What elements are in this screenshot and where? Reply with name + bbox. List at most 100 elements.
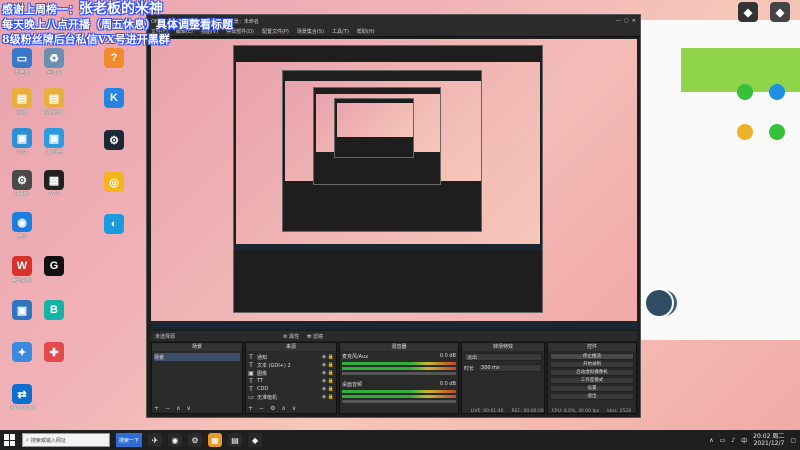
desktop-icon-2-1[interactable]: ? bbox=[96, 48, 132, 69]
volume-slider[interactable] bbox=[342, 372, 456, 375]
app-icon[interactable] bbox=[769, 84, 785, 100]
logitech-icon: G bbox=[44, 256, 64, 276]
obs-window[interactable]: OBS 27.1.3 - 配置文件：未命名 - 场景：未命名 — ▢ ✕ 文件(… bbox=[146, 14, 641, 418]
source-item[interactable]: T 通知 ◉ 🔒 bbox=[248, 353, 334, 361]
source-item[interactable]: T CDD ◉ 🔒 bbox=[248, 385, 334, 393]
visibility-lock-icons[interactable]: ◉ 🔒 bbox=[322, 354, 334, 360]
start-recording-button[interactable]: 开始录制 bbox=[550, 361, 634, 368]
desktop-icon-logitech[interactable]: G bbox=[36, 256, 72, 277]
filters-button[interactable]: ⛃ 滤镜 bbox=[307, 333, 323, 340]
source-item[interactable]: T TT ◉ 🔒 bbox=[248, 377, 334, 385]
desktop-icon-bf[interactable]: B bbox=[36, 300, 72, 321]
desktop-icon-wps[interactable]: ▦ WPS bbox=[36, 170, 72, 197]
monitor-icon: ▣ bbox=[12, 128, 32, 148]
desktop-icon-recycle[interactable]: ♻ 回收站 bbox=[36, 48, 72, 76]
desktop-icon-files[interactable]: ▣ 文件 bbox=[4, 128, 40, 156]
taskbar-search-button[interactable]: 搜索一下 bbox=[116, 433, 143, 447]
stop-streaming-button[interactable]: 停止推流 bbox=[550, 353, 634, 360]
duration-label: 时长 bbox=[464, 365, 475, 372]
ime-icon[interactable]: 中 bbox=[741, 436, 747, 445]
source-item[interactable]: T 文本 (GDI+) 2 ◉ 🔒 bbox=[248, 361, 334, 369]
steam-icon: ⚙ bbox=[104, 130, 124, 150]
app-icon[interactable]: ▦ bbox=[208, 433, 223, 447]
folder-icon[interactable]: ▤ bbox=[228, 433, 243, 447]
app-icon: ◎ bbox=[104, 172, 124, 192]
folder-icon: ▤ bbox=[12, 88, 32, 108]
desktop-icon-qqmusic[interactable]: ▣ QQ音乐 bbox=[36, 128, 72, 156]
app-icon: ✚ bbox=[44, 342, 64, 362]
desktop-icon-computer[interactable]: ▭ 此电脑 bbox=[4, 48, 40, 76]
app-icon: ◆ bbox=[770, 2, 790, 22]
audio-meter bbox=[342, 367, 456, 370]
desktop-icon-2-2[interactable]: K bbox=[96, 88, 132, 109]
visibility-lock-icons[interactable]: ◉ 🔒 bbox=[322, 370, 334, 376]
text-icon: T bbox=[249, 361, 253, 369]
visibility-lock-icons[interactable]: ◉ 🔒 bbox=[322, 386, 334, 392]
volume-slider[interactable] bbox=[342, 400, 456, 403]
app-icon[interactable] bbox=[769, 124, 785, 140]
taskbar-search-input[interactable]: ⌕ 搜索或输入网址 bbox=[22, 433, 110, 447]
menu-help[interactable]: 帮助(H) bbox=[357, 28, 375, 35]
virtual-camera-button[interactable]: 启动虚拟摄像机 bbox=[550, 369, 634, 376]
desktop-icon-steam[interactable]: ⚙ Steam bbox=[4, 170, 40, 197]
sources-dock: 来源 T 通知 ◉ 🔒 T 文本 (GDI+) 2 ◉ 🔒 ▣ 图像 ◉ 🔒 T TT ◉ 🔒 … bbox=[245, 342, 337, 414]
audio-meter bbox=[342, 390, 456, 393]
desktop-icon-wechat[interactable]: ◉ 微信 bbox=[4, 212, 40, 240]
steam-icon: ⚙ bbox=[12, 170, 32, 190]
desktop-icon-app2[interactable]: ✦ bbox=[4, 342, 40, 363]
no-source-label: 未选择源 bbox=[155, 333, 176, 340]
source-item[interactable]: ▣ 图像 ◉ 🔒 bbox=[248, 369, 334, 377]
settings-button[interactable]: 设置 bbox=[550, 385, 634, 392]
desktop-icon-video[interactable]: W 腾讯视频 bbox=[4, 256, 40, 284]
obs-icon[interactable]: ◉ bbox=[168, 433, 183, 447]
wps-icon: W bbox=[12, 256, 32, 276]
desktop-icon-control[interactable]: ▤ 控制面板 bbox=[36, 88, 72, 116]
properties-button[interactable]: ⚙ 属性 bbox=[283, 333, 299, 340]
bitrate: kb/s: 2528 bbox=[607, 409, 631, 414]
start-button[interactable] bbox=[4, 434, 16, 446]
pin-icon[interactable]: ✈ bbox=[148, 433, 163, 447]
recycle-bin-icon: ♻ bbox=[44, 48, 64, 68]
transition-select[interactable]: 淡出 bbox=[464, 353, 542, 361]
visibility-lock-icons[interactable]: ◉ 🔒 bbox=[322, 394, 334, 400]
window-controls[interactable]: — ▢ ✕ bbox=[616, 18, 636, 24]
desktop-icon-top-2[interactable]: ◆ bbox=[762, 2, 798, 23]
chevron-up-icon[interactable]: ∧ bbox=[709, 437, 713, 444]
obs-status-bar: LIVE: 00:01:46 REC: 00:00:00 CPU: 8.0%, … bbox=[151, 409, 637, 415]
scene-item[interactable]: 场景 bbox=[154, 353, 240, 361]
desktop-icon-2-4[interactable]: ◎ bbox=[96, 172, 132, 193]
desktop-icon-top-1[interactable]: ◆ bbox=[730, 2, 766, 23]
overlay-line2: 每天晚上八点开播（周五休息）具体调整看标题 bbox=[2, 18, 233, 31]
app-icon[interactable] bbox=[737, 124, 753, 140]
notification-icon[interactable]: ▢ bbox=[790, 437, 796, 444]
avatar[interactable] bbox=[644, 288, 674, 318]
desktop-icon-2-3[interactable]: ⚙ bbox=[96, 130, 132, 151]
app-icon[interactable]: ◆ bbox=[248, 433, 263, 447]
obs-preview[interactable] bbox=[151, 39, 637, 329]
studio-mode-button[interactable]: 工作室模式 bbox=[550, 377, 634, 384]
app-icon: ▦ bbox=[44, 170, 64, 190]
visibility-lock-icons[interactable]: ◉ 🔒 bbox=[322, 378, 334, 384]
clock[interactable]: 20:02 周二 2021/12/7 bbox=[753, 433, 784, 447]
source-item[interactable]: ▭ 无准植机 ◉ 🔒 bbox=[248, 393, 334, 401]
visibility-lock-icons[interactable]: ◉ 🔒 bbox=[322, 362, 334, 368]
desktop-icon-2-5[interactable]: ◐ bbox=[96, 214, 132, 235]
duration-input[interactable]: 300 ms bbox=[478, 364, 542, 372]
menu-scene-collection[interactable]: 场景集合(S) bbox=[297, 28, 324, 35]
desktop-icon-app[interactable]: ▣ bbox=[4, 300, 40, 321]
text-icon: T bbox=[249, 377, 253, 385]
app-icon[interactable] bbox=[737, 84, 753, 100]
steam-icon[interactable]: ⚙ bbox=[188, 433, 203, 447]
network-icon[interactable]: ▭ bbox=[720, 437, 726, 444]
nested-capture-4 bbox=[334, 98, 414, 158]
menu-profile[interactable]: 配置文件(P) bbox=[262, 28, 289, 35]
desktop-icon-app3[interactable]: ✚ bbox=[36, 342, 72, 363]
audio-meter bbox=[342, 362, 456, 365]
volume-icon[interactable]: ♪ bbox=[731, 437, 735, 444]
menu-tools[interactable]: 工具(T) bbox=[332, 28, 349, 35]
desktop-icon-network[interactable]: ▤ 网络 bbox=[4, 88, 40, 116]
rec-timer: REC: 00:00:00 bbox=[511, 409, 544, 414]
overlay-line1-a: 感谢上周榜一： bbox=[2, 3, 79, 16]
desktop-icon-teamviewer[interactable]: ⇄ TeamViewer bbox=[4, 384, 40, 411]
exit-button[interactable]: 退出 bbox=[550, 393, 634, 400]
